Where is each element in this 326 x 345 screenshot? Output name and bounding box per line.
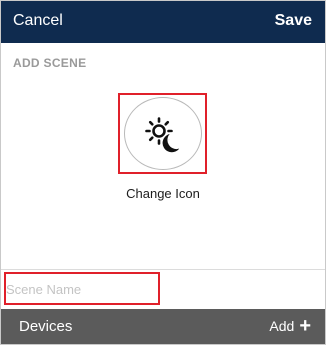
- navigation-bar: Cancel Save: [1, 1, 325, 43]
- section-header: ADD SCENE: [13, 56, 87, 70]
- devices-bar: Devices Add +: [1, 309, 325, 344]
- change-icon-link[interactable]: Change Icon: [1, 186, 325, 201]
- add-scene-screen: Cancel Save ADD SCENE Change Icon Scene …: [0, 0, 326, 345]
- scene-icon-button[interactable]: [124, 97, 202, 170]
- add-label: Add: [269, 318, 295, 334]
- add-device-button[interactable]: Add +: [269, 315, 311, 337]
- day-night-icon: [145, 117, 183, 154]
- scene-name-input[interactable]: [6, 277, 156, 301]
- save-button[interactable]: Save: [275, 12, 312, 30]
- plus-icon: +: [299, 315, 311, 337]
- divider: [1, 269, 325, 270]
- cancel-button[interactable]: Cancel: [13, 12, 63, 30]
- devices-label: Devices: [19, 318, 73, 335]
